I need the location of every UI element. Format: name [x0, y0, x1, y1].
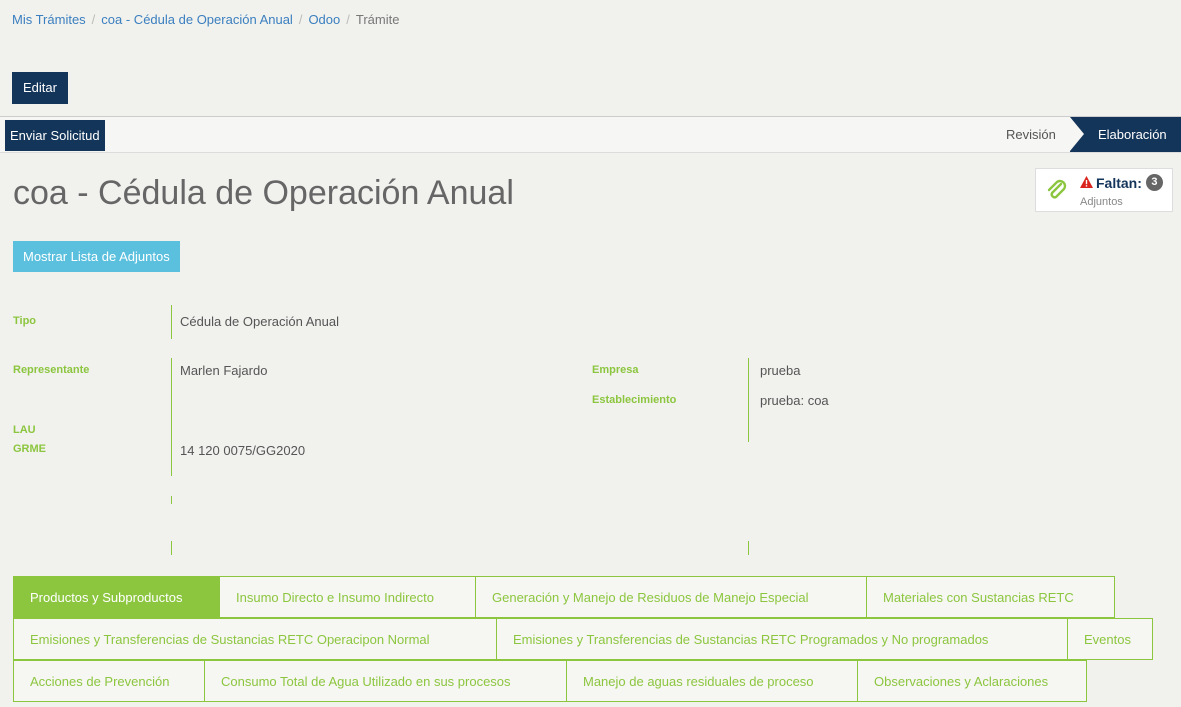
tab-emisiones-operacion-normal[interactable]: Emisiones y Transferencias de Sustancias…	[13, 618, 497, 660]
field-value-grme: 14 120 0075/GG2020	[180, 443, 306, 458]
tab-emisiones-programados[interactable]: Emisiones y Transferencias de Sustancias…	[497, 618, 1068, 660]
section-tabs: Productos y Subproductos Insumo Directo …	[13, 576, 1169, 702]
field-value-tipo: Cédula de Operación Anual	[180, 314, 340, 329]
page-title: coa - Cédula de Operación Anual	[13, 174, 514, 212]
field-label-grme: GRME	[13, 443, 46, 455]
breadcrumb-current: Trámite	[355, 12, 400, 27]
tab-row: Productos y Subproductos Insumo Directo …	[13, 576, 1169, 618]
breadcrumb-link-coa[interactable]: coa - Cédula de Operación Anual	[101, 12, 293, 27]
missing-label: Faltan:	[1096, 174, 1142, 191]
breadcrumb-separator: /	[298, 12, 303, 27]
breadcrumb: Mis Trámites / coa - Cédula de Operación…	[12, 12, 399, 27]
field-divider	[171, 305, 172, 339]
field-label-representante: Representante	[13, 364, 90, 376]
stage-elaboracion[interactable]: Elaboración	[1070, 117, 1181, 152]
attachments-sub-label: Adjuntos	[1080, 196, 1123, 208]
field-label-establecimiento: Establecimiento	[592, 394, 677, 406]
tab-observaciones[interactable]: Observaciones y Aclaraciones	[858, 660, 1087, 702]
send-request-button[interactable]: Enviar Solicitud	[5, 120, 105, 151]
status-bar: Enviar Solicitud Revisión Elaboración	[0, 116, 1181, 153]
field-divider	[748, 541, 749, 555]
field-label-lau: LAU	[13, 424, 36, 436]
tab-manejo-aguas-residuales[interactable]: Manejo de aguas residuales de proceso	[567, 660, 858, 702]
tab-consumo-agua[interactable]: Consumo Total de Agua Utilizado en sus p…	[205, 660, 567, 702]
breadcrumb-separator: /	[346, 12, 350, 27]
warning-triangle-icon	[1080, 175, 1093, 191]
field-value-establecimiento: prueba: coa	[760, 393, 829, 408]
field-value-representante: Marlen Fajardo	[180, 363, 268, 378]
tab-row: Emisiones y Transferencias de Sustancias…	[13, 618, 1169, 660]
edit-button[interactable]: Editar	[12, 72, 68, 104]
stage-revision[interactable]: Revisión	[998, 117, 1064, 152]
breadcrumb-link-mis-tramites[interactable]: Mis Trámites	[12, 12, 86, 27]
field-value-empresa: prueba	[760, 363, 801, 378]
tab-productos-y-subproductos[interactable]: Productos y Subproductos	[13, 576, 220, 618]
field-divider	[171, 358, 172, 476]
paperclip-icon	[1046, 179, 1068, 209]
tab-generacion-residuos[interactable]: Generación y Manejo de Residuos de Manej…	[476, 576, 867, 618]
field-label-empresa: Empresa	[592, 364, 639, 376]
tab-row: Acciones de Prevención Consumo Total de …	[13, 660, 1169, 702]
missing-count-badge: 3	[1145, 174, 1163, 191]
tab-acciones-prevencion[interactable]: Acciones de Prevención	[13, 660, 205, 702]
breadcrumb-separator: /	[91, 12, 96, 27]
field-divider	[171, 541, 172, 555]
attachments-status-box[interactable]: Faltan: 3 Adjuntos	[1035, 168, 1173, 212]
tab-materiales-retc[interactable]: Materiales con Sustancias RETC	[867, 576, 1115, 618]
tab-eventos[interactable]: Eventos	[1068, 618, 1153, 660]
field-label-tipo: Tipo	[13, 315, 37, 327]
tab-insumo-directo[interactable]: Insumo Directo e Insumo Indirecto	[220, 576, 476, 618]
field-divider	[171, 496, 172, 504]
missing-attachments: Faltan: 3	[1080, 174, 1163, 191]
show-attachments-list-button[interactable]: Mostrar Lista de Adjuntos	[13, 241, 180, 272]
field-divider	[748, 358, 749, 442]
breadcrumb-link-odoo[interactable]: Odoo	[308, 12, 340, 27]
